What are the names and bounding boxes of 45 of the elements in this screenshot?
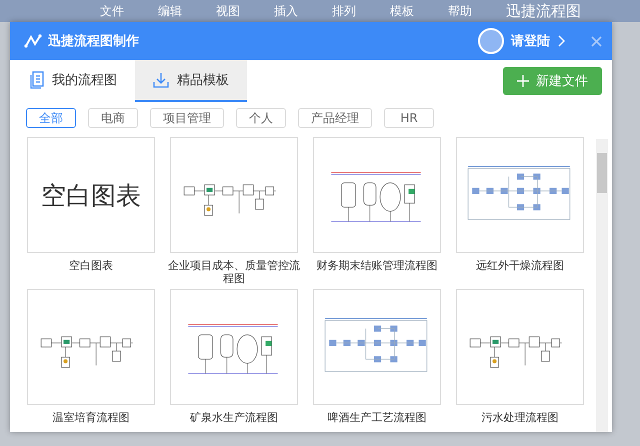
template-card[interactable] bbox=[170, 289, 298, 405]
menu-item[interactable]: 文件 bbox=[100, 4, 124, 18]
template-card[interactable] bbox=[27, 289, 155, 405]
login-link[interactable]: 请登陆 bbox=[511, 32, 550, 50]
blank-chart-text: 空白图表 bbox=[41, 180, 141, 212]
new-file-button[interactable]: 新建文件 bbox=[503, 67, 602, 95]
menu-item[interactable]: 帮助 bbox=[448, 4, 472, 18]
close-icon[interactable] bbox=[591, 36, 602, 46]
download-icon bbox=[153, 72, 169, 88]
tab[interactable]: 精品模板 bbox=[135, 60, 247, 102]
filter-tab[interactable]: 个人 bbox=[236, 108, 286, 128]
filter-tab[interactable]: 项目管理 bbox=[150, 108, 224, 128]
tab[interactable]: 我的流程图 bbox=[20, 60, 135, 102]
logo-icon bbox=[24, 33, 42, 49]
template-card[interactable]: 空白图表 bbox=[27, 137, 155, 253]
template-card[interactable] bbox=[313, 289, 441, 405]
template-card[interactable] bbox=[456, 289, 584, 405]
template-title: 温室培育流程图 bbox=[52, 411, 130, 424]
scrollbar-thumb[interactable] bbox=[597, 153, 607, 193]
template-title: 远红外干燥流程图 bbox=[475, 259, 565, 272]
chevron-icon[interactable] bbox=[558, 35, 565, 47]
template-card[interactable] bbox=[456, 137, 584, 253]
filter-tab[interactable]: 电商 bbox=[88, 108, 138, 128]
menu-item[interactable]: 模板 bbox=[390, 4, 414, 18]
menu-item[interactable]: 插入 bbox=[274, 4, 298, 18]
menu-item[interactable]: 排列 bbox=[332, 4, 356, 18]
template-card[interactable] bbox=[313, 137, 441, 253]
template-title: 财务期末结账管理流程图 bbox=[316, 259, 438, 272]
template-title: 空白图表 bbox=[68, 259, 114, 272]
template-title: 啤酒生产工艺流程图 bbox=[326, 411, 428, 424]
filter-tab[interactable]: 全部 bbox=[26, 108, 76, 128]
template-title: 企业项目成本、质量管控流程图 bbox=[167, 259, 301, 285]
template-title: 污水处理流程图 bbox=[480, 411, 560, 424]
plus-icon bbox=[517, 75, 529, 87]
app-title: 迅捷流程图 bbox=[506, 2, 581, 20]
filter-tab[interactable]: HR bbox=[384, 108, 434, 128]
template-card[interactable] bbox=[170, 137, 298, 253]
document-icon bbox=[30, 71, 44, 89]
menu-item[interactable]: 编辑 bbox=[158, 4, 182, 18]
menu-item[interactable]: 视图 bbox=[216, 4, 240, 18]
avatar-icon[interactable] bbox=[478, 28, 504, 54]
scrollbar[interactable] bbox=[596, 139, 608, 432]
dialog-title: 迅捷流程图制作 bbox=[48, 32, 139, 50]
template-title: 矿泉水生产流程图 bbox=[189, 411, 279, 424]
filter-tab[interactable]: 产品经理 bbox=[298, 108, 372, 128]
